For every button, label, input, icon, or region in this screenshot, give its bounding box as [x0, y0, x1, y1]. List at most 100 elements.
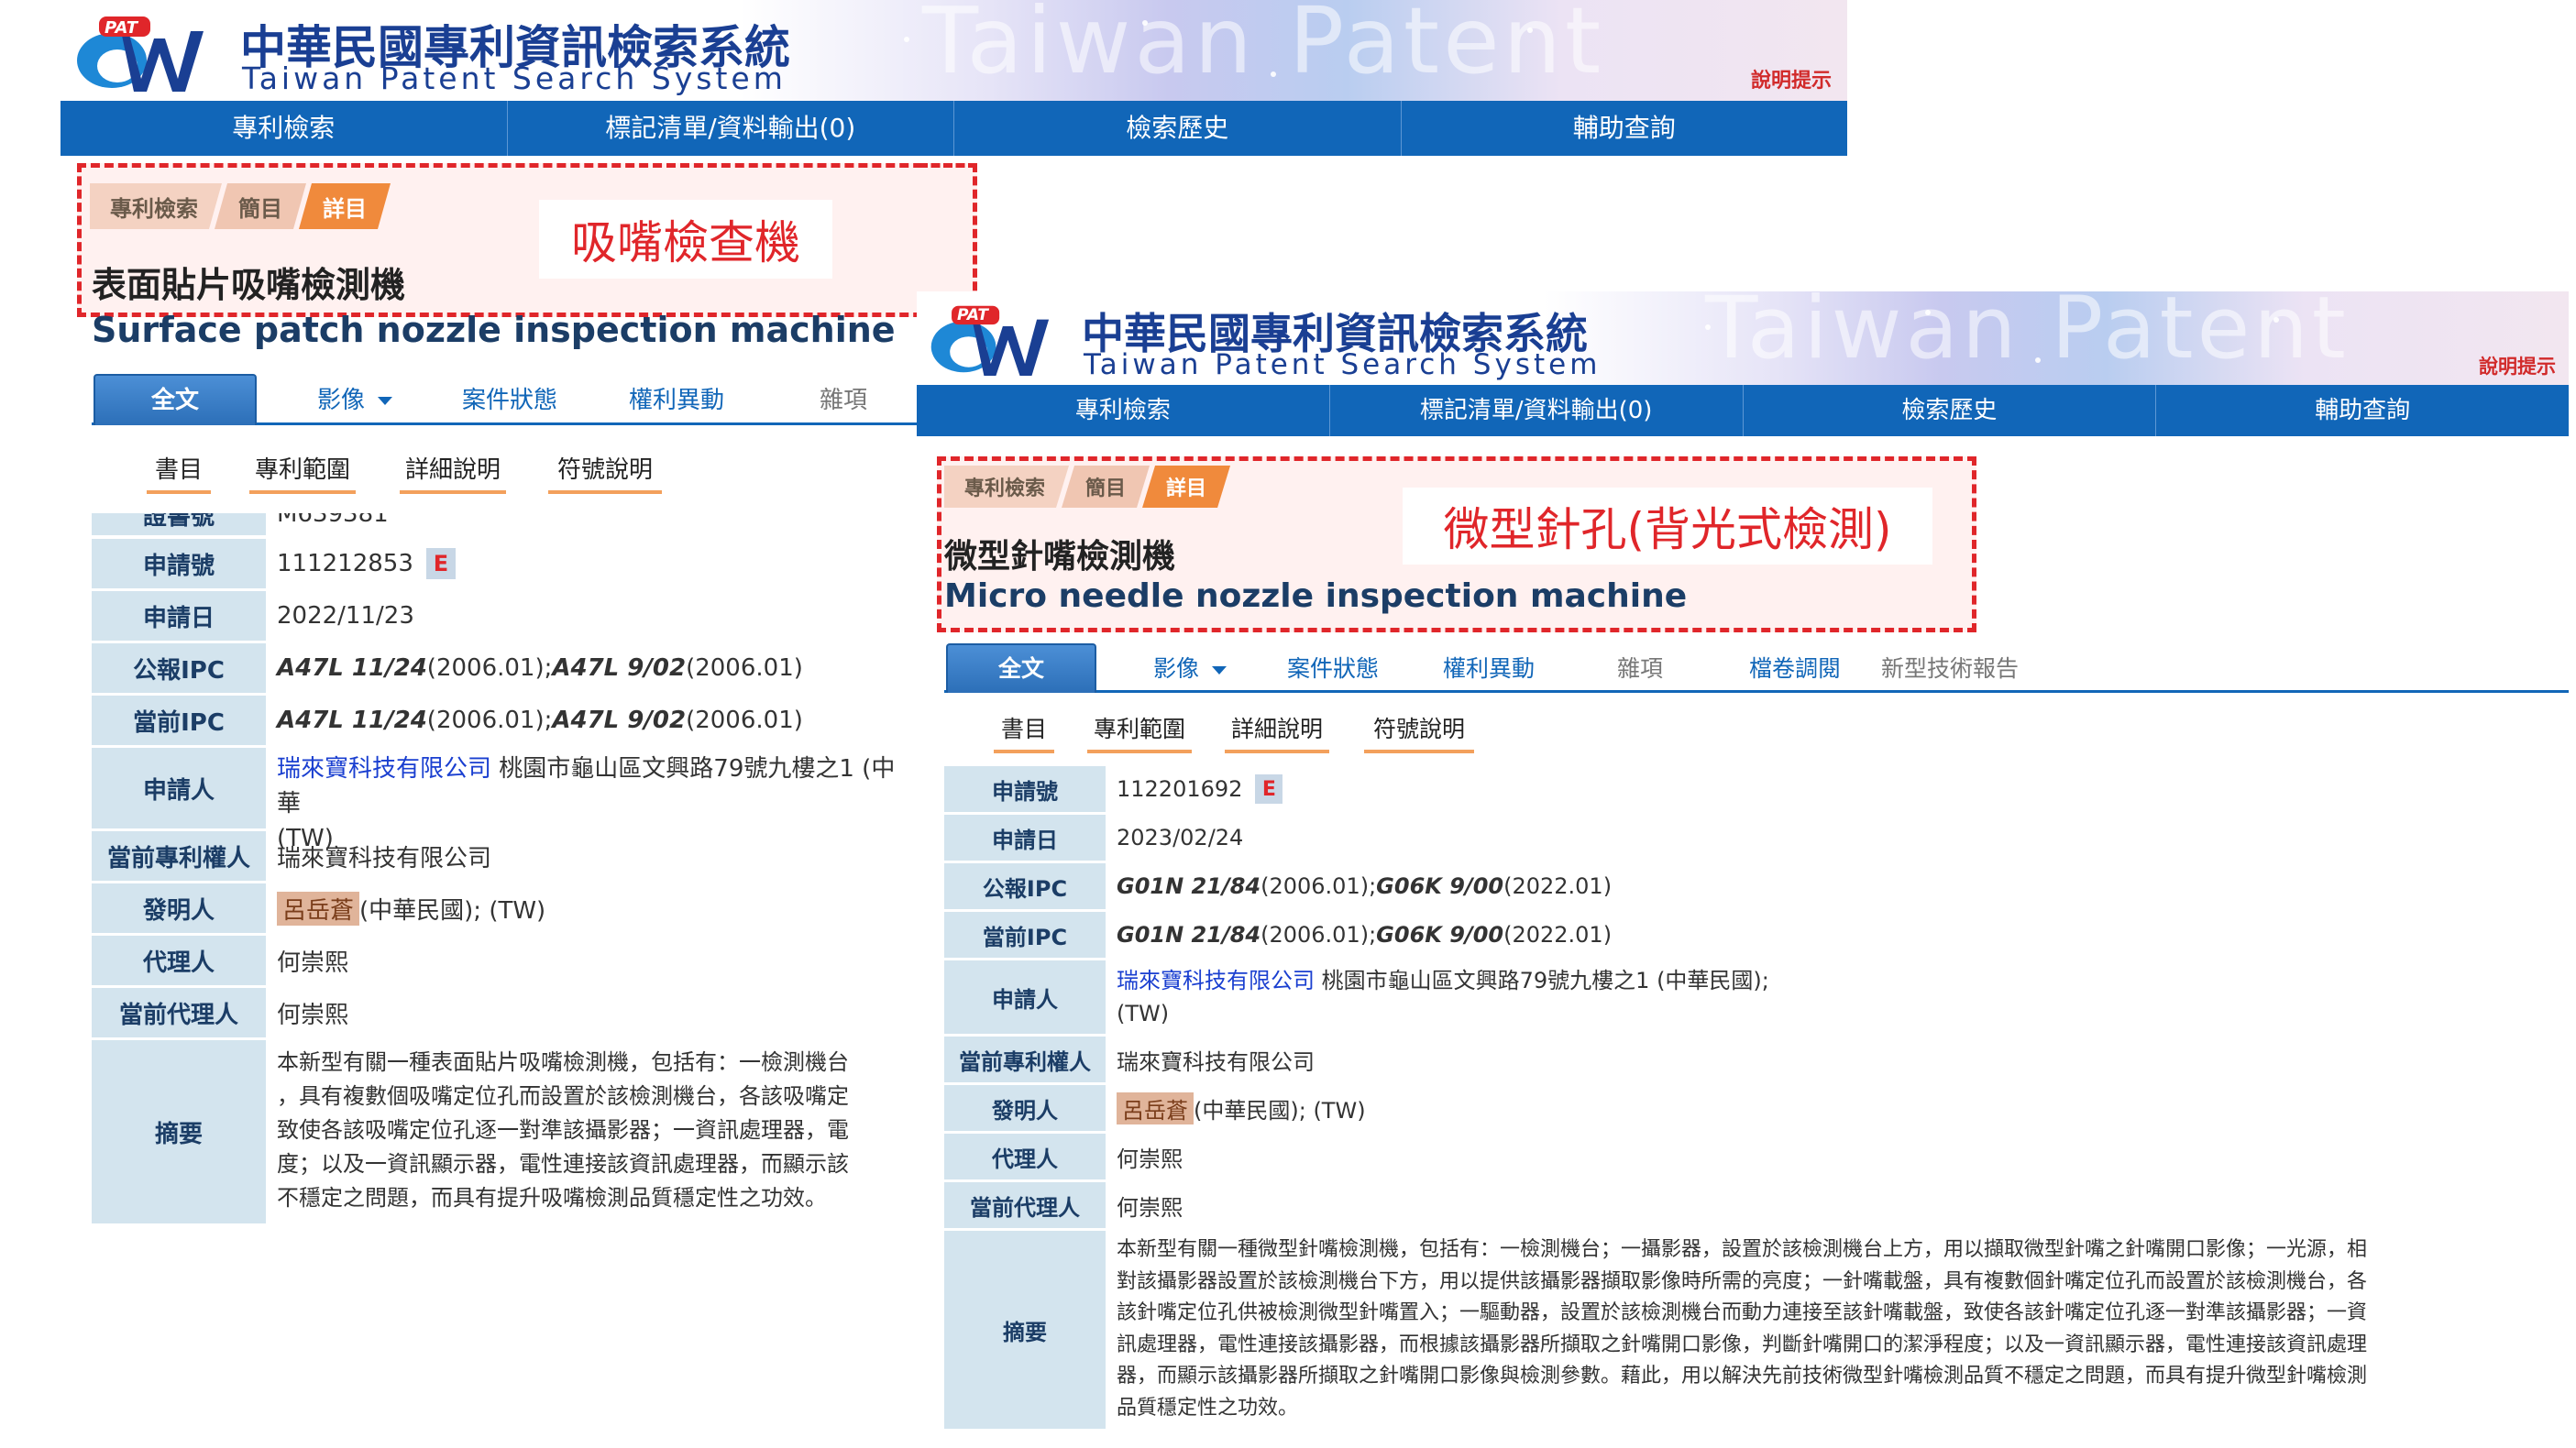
- left-nav-patent-search[interactable]: 專利檢索: [61, 101, 508, 156]
- left-row-value: A47L 11/24 (2006.01); A47L 9/02 (2006.01): [277, 696, 919, 745]
- right-row-label: 摘要: [944, 1231, 1106, 1429]
- left-abstract-text: 本新型有關一種表面貼片吸嘴檢測機，包括有：一檢測機台 ，具有複數個吸嘴定位孔而設…: [277, 1040, 919, 1223]
- right-logo-pat-text: PAT: [957, 306, 989, 324]
- left-main-nav-ext: 專利檢索 標記清單/資料輸出(0) 檢索歷史 輔助查詢: [919, 101, 1847, 156]
- ipc-code: G01N 21/84: [1117, 922, 1261, 948]
- left-row-label: 當前IPC: [92, 696, 266, 745]
- left-bib-table: 證書號 M639381 申請號 111212853 E 申請日 2022/11/2…: [92, 513, 919, 1228]
- left-logo[interactable]: PAT: [73, 11, 231, 93]
- abstract-line: 本新型有關一種表面貼片吸嘴檢測機，包括有：一檢測機台: [277, 1049, 849, 1075]
- left-tab-image-label: 影像: [317, 387, 366, 414]
- abstract-line: 品質穩定性之功效。: [1117, 1396, 1299, 1420]
- left-row-value: A47L 11/24 (2006.01); A47L 9/02 (2006.01): [277, 643, 919, 693]
- left-row-appdate: 申請日 2022/11/23: [92, 591, 919, 641]
- right-row-inventor: 發明人 呂岳蒼 (中華民國); (TW): [944, 1085, 2569, 1131]
- right-tab-rights-change[interactable]: 權利異動: [1443, 651, 1535, 684]
- right-tab-full-text[interactable]: 全文: [946, 643, 1096, 693]
- left-row-label: 當前專利權人: [92, 831, 266, 881]
- right-crumb-brief[interactable]: 簡目: [1062, 466, 1150, 508]
- left-row-value: 2022/11/23: [277, 602, 414, 630]
- ipc-code: A47L 9/02: [552, 707, 687, 734]
- e-badge-icon[interactable]: E: [1255, 774, 1283, 804]
- right-nav-marked-list[interactable]: 標記清單/資料輸出(0): [1330, 385, 1744, 436]
- left-tab-misc[interactable]: 雜項: [820, 381, 867, 415]
- left-row-owner: 當前專利權人 瑞來寶科技有限公司: [92, 831, 919, 881]
- inventor-name[interactable]: 呂岳蒼: [1117, 1091, 1194, 1124]
- left-subtab-claims[interactable]: 專利範圍: [249, 451, 356, 494]
- ipc-version: (2006.01);: [426, 707, 553, 734]
- left-row-label: 申請人: [92, 748, 266, 828]
- left-tab-full-text[interactable]: 全文: [94, 374, 257, 425]
- applicant-link[interactable]: 瑞來寶科技有限公司: [277, 755, 491, 783]
- left-row-agent: 代理人 何崇熙: [92, 936, 919, 985]
- right-nav-patent-search[interactable]: 專利檢索: [917, 385, 1330, 436]
- left-row-value: M639381: [277, 513, 389, 528]
- right-callout: 微型針孔(背光式檢測): [1403, 488, 1932, 565]
- right-row-applicant: 申請人 瑞來寶科技有限公司 桃園市龜山區文興路79號九樓之1 (中華民國); (…: [944, 960, 2569, 1034]
- ipc-version: (2006.01): [686, 707, 803, 734]
- left-nav-marked-list[interactable]: 標記清單/資料輸出(0): [508, 101, 919, 156]
- right-row-label: 公報IPC: [944, 863, 1106, 909]
- right-logo-mark-icon: [930, 305, 1050, 376]
- right-row-value: G01N 21/84 (2006.01); G06K 9/00 (2022.01): [1117, 912, 2569, 958]
- right-row-label: 當前代理人: [944, 1182, 1106, 1228]
- left-nav-marked-list-ext[interactable]: 標記清單/資料輸出(0): [919, 101, 954, 156]
- left-row-appno: 申請號 111212853 E: [92, 539, 919, 588]
- left-row-inventor: 發明人 呂岳蒼 (中華民國); (TW): [92, 883, 919, 933]
- right-row-label: 申請號: [944, 766, 1106, 812]
- left-crumb-brief[interactable]: 簡目: [215, 183, 306, 229]
- right-tab-case-status[interactable]: 案件狀態: [1287, 651, 1379, 684]
- left-row-label: 當前代理人: [92, 988, 266, 1037]
- abstract-line: 訊處理器，電性連接該攝影器，而根據該攝影器所擷取之針嘴開口影像，判斷針嘴開口的潔…: [1117, 1333, 2368, 1356]
- right-banner-ghost-text: Taiwan Patent: [1705, 291, 2350, 378]
- left-row-cur-ipc: 當前IPC A47L 11/24 (2006.01); A47L 9/02 (200…: [92, 696, 919, 745]
- application-number: 111212853: [277, 550, 413, 577]
- right-row-pub-ipc: 公報IPC G01N 21/84 (2006.01); G06K 9/00 (202…: [944, 863, 2569, 909]
- right-tab-misc[interactable]: 雜項: [1617, 651, 1663, 684]
- inventor-name[interactable]: 呂岳蒼: [277, 891, 360, 926]
- right-row-value: 何崇熙: [1117, 1194, 1183, 1221]
- left-logo-pat-text: PAT: [105, 18, 138, 38]
- ipc-code: A47L 11/24: [277, 707, 427, 734]
- abstract-line: ，具有複數個吸嘴定位孔而設置於該檢測機台，各該吸嘴定: [277, 1083, 849, 1109]
- right-subtab-description[interactable]: 詳細說明: [1225, 711, 1329, 753]
- applicant-country: (TW): [1117, 1001, 1170, 1026]
- right-patent-page: Taiwan Patent PAT 中華民國專利資訊檢索系統 Taiwan Pa…: [917, 291, 2569, 1448]
- abstract-line: 不穩定之問題，而具有提升吸嘴檢測品質穩定性之功效。: [277, 1185, 827, 1211]
- left-help-link-ext[interactable]: 說明提示: [1751, 64, 1832, 93]
- left-tab-case-status[interactable]: 案件狀態: [462, 381, 557, 415]
- left-row-pub-ipc: 公報IPC A47L 11/24 (2006.01); A47L 9/02 (200…: [92, 643, 919, 693]
- right-tab-report[interactable]: 新型技術報告: [1881, 651, 2019, 684]
- left-row-value: 瑞來寶科技有限公司: [277, 844, 492, 872]
- right-subtab-symbols[interactable]: 符號說明: [1364, 711, 1474, 753]
- left-main-nav: 專利檢索 標記清單/資料輸出(0) 檢索歷史 輔助查詢: [61, 101, 919, 156]
- left-row-abstract: 摘要 本新型有關一種表面貼片吸嘴檢測機，包括有：一檢測機台 ，具有複數個吸嘴定位…: [92, 1040, 919, 1223]
- left-tab-image[interactable]: 影像: [317, 381, 393, 415]
- applicant-link[interactable]: 瑞來寶科技有限公司: [1117, 968, 1315, 993]
- left-tab-rights-change[interactable]: 權利異動: [629, 381, 724, 415]
- left-crumb-search[interactable]: 專利檢索: [90, 183, 222, 229]
- right-nav-search-history[interactable]: 檢索歷史: [1744, 385, 2157, 436]
- left-subtab-symbols[interactable]: 符號說明: [548, 451, 662, 494]
- right-subtab-claims[interactable]: 專利範圍: [1087, 711, 1192, 753]
- right-row-value: 瑞來寶科技有限公司 桃園市龜山區文興路79號九樓之1 (中華民國); (TW): [1117, 960, 2569, 1034]
- right-subtab-bibliography[interactable]: 書目: [994, 711, 1054, 753]
- right-row-cur-ipc: 當前IPC G01N 21/84 (2006.01); G06K 9/00 (202…: [944, 912, 2569, 958]
- right-tab-image[interactable]: 影像: [1153, 651, 1227, 684]
- right-abstract-text: 本新型有關一種微型針嘴檢測機，包括有：一檢測機台；一攝影器，設置於該檢測機台上方…: [1117, 1231, 2569, 1429]
- left-nav-search-history-ext[interactable]: 檢索歷史: [954, 101, 1402, 156]
- left-row-value: 111212853 E: [277, 539, 919, 588]
- left-subtab-description[interactable]: 詳細說明: [400, 451, 506, 494]
- right-nav-auxiliary[interactable]: 輔助查詢: [2156, 385, 2569, 436]
- right-tab-archive[interactable]: 檔卷調閱: [1749, 651, 1841, 684]
- left-row-label: 代理人: [92, 936, 266, 985]
- right-crumb-search[interactable]: 專利檢索: [944, 466, 1069, 508]
- e-badge-icon[interactable]: E: [425, 548, 456, 579]
- left-subtab-bibliography[interactable]: 書目: [147, 451, 211, 494]
- right-main-nav: 專利檢索 標記清單/資料輸出(0) 檢索歷史 輔助查詢: [917, 385, 2569, 436]
- left-nav-auxiliary-ext[interactable]: 輔助查詢: [1402, 101, 1848, 156]
- application-number: 112201692: [1117, 776, 1243, 802]
- left-row-label: 發明人: [92, 883, 266, 933]
- right-logo[interactable]: PAT: [928, 301, 1074, 378]
- right-help-link[interactable]: 說明提示: [2479, 352, 2556, 379]
